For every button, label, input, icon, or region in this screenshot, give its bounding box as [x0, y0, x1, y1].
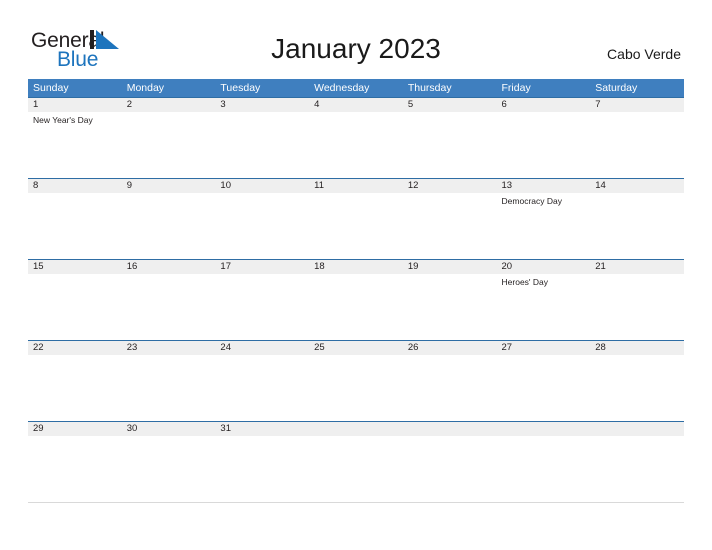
day-number: 31	[220, 423, 231, 434]
calendar-day-cell[interactable]: 4	[309, 98, 403, 178]
calendar-day-cell[interactable]: 21	[590, 260, 684, 340]
calendar-day-cell[interactable]: 2	[122, 98, 216, 178]
calendar-day-cell[interactable]: 27	[497, 341, 591, 421]
day-number: 7	[595, 99, 601, 110]
calendar-day-cell[interactable]: 30	[122, 422, 216, 502]
calendar-day-cell[interactable]: 16	[122, 260, 216, 340]
day-number: 25	[314, 342, 325, 353]
calendar-day-cell[interactable]: 6	[497, 98, 591, 178]
day-number: 6	[501, 99, 507, 110]
calendar-day-cell-empty	[309, 422, 403, 502]
calendar-grid: Sunday Monday Tuesday Wednesday Thursday…	[28, 79, 684, 503]
weekday-header-monday: Monday	[126, 82, 165, 94]
day-event: New Year's Day	[33, 115, 93, 125]
day-number: 23	[126, 342, 138, 353]
calendar-day-cell[interactable]: 15	[28, 260, 122, 340]
calendar-day-cell[interactable]: 3	[215, 98, 309, 178]
day-number	[314, 422, 403, 436]
calendar-day-cell[interactable]: 31	[215, 422, 309, 502]
day-number: 11	[314, 180, 324, 191]
calendar-day-cell[interactable]: 24	[215, 341, 309, 421]
calendar-day-cell[interactable]: 10	[215, 179, 309, 259]
weekday-header-sunday: Sunday	[33, 82, 69, 94]
day-number	[502, 422, 591, 436]
calendar-day-cell[interactable]: 26	[403, 341, 497, 421]
calendar-day-cell[interactable]: 29	[28, 422, 122, 502]
day-number: 30	[126, 423, 138, 434]
day-number: 26	[407, 342, 419, 353]
calendar-day-cell[interactable]: 23	[122, 341, 216, 421]
country-label: Cabo Verde	[607, 46, 681, 62]
calendar-day-cell[interactable]: 28	[590, 341, 684, 421]
day-number: 9	[126, 180, 132, 191]
calendar-week-row: 29 30 31	[28, 421, 684, 502]
day-number: 15	[33, 261, 44, 272]
calendar-day-cell[interactable]: 1 New Year's Day	[28, 98, 122, 178]
calendar-day-cell[interactable]: 12	[403, 179, 497, 259]
calendar-bottom-divider	[28, 502, 684, 503]
day-number: 2	[126, 99, 132, 110]
day-number: 5	[407, 99, 414, 110]
calendar-week-row: 15 16 17 18 19 20 Heroes' Day 21	[28, 259, 684, 340]
weekday-header-wednesday: Wednesday	[314, 82, 370, 94]
day-number: 4	[314, 99, 320, 110]
day-number	[595, 422, 684, 436]
weekday-header-tuesday: Tuesday	[220, 82, 261, 94]
weekday-header-friday: Friday	[501, 82, 531, 94]
weekday-header-thursday: Thursday	[407, 82, 452, 94]
calendar-day-cell[interactable]: 13 Democracy Day	[497, 179, 591, 259]
day-number: 8	[33, 180, 39, 191]
calendar-day-cell[interactable]: 5	[403, 98, 497, 178]
calendar-day-cell[interactable]: 9	[122, 179, 216, 259]
day-number: 3	[220, 99, 226, 110]
day-number	[408, 422, 497, 436]
calendar-day-cell[interactable]: 7	[590, 98, 684, 178]
calendar-day-cell[interactable]: 19	[403, 260, 497, 340]
calendar-week-row: 8 9 10 11 12 13 Democracy Day 14	[28, 178, 684, 259]
calendar-day-cell[interactable]: 18	[309, 260, 403, 340]
calendar-day-cell[interactable]: 25	[309, 341, 403, 421]
calendar-day-cell[interactable]: 11	[309, 179, 403, 259]
day-number: 18	[314, 261, 325, 272]
weekday-header-row: Sunday Monday Tuesday Wednesday Thursday…	[28, 79, 684, 97]
day-number: 20	[501, 261, 513, 272]
day-number: 1	[33, 99, 39, 110]
day-number: 22	[33, 342, 44, 353]
day-number: 17	[220, 261, 231, 272]
day-number: 27	[501, 342, 513, 353]
page-header: General Blue January 2023 Cabo Verde	[0, 0, 712, 78]
day-number: 13	[501, 180, 513, 191]
calendar-day-cell-empty	[403, 422, 497, 502]
calendar-day-cell-empty	[497, 422, 591, 502]
day-number: 19	[407, 261, 419, 272]
calendar-week-row: 22 23 24 25 26 27 28	[28, 340, 684, 421]
page-title: January 2023	[271, 33, 441, 64]
day-number: 28	[595, 342, 606, 353]
calendar-week-row: 1 New Year's Day 2 3 4 5 6 7	[28, 97, 684, 178]
calendar-day-cell[interactable]: 20 Heroes' Day	[497, 260, 591, 340]
calendar-day-cell[interactable]: 17	[215, 260, 309, 340]
calendar-page: General Blue January 2023 Cabo Verde Sun…	[0, 0, 712, 550]
calendar-day-cell[interactable]: 22	[28, 341, 122, 421]
day-number: 14	[595, 180, 606, 191]
day-event: Democracy Day	[501, 196, 562, 206]
calendar-day-cell-empty	[590, 422, 684, 502]
weekday-header-saturday: Saturday	[595, 82, 638, 94]
calendar-day-cell[interactable]: 8	[28, 179, 122, 259]
day-number: 24	[220, 342, 231, 353]
calendar-day-cell[interactable]: 14	[590, 179, 684, 259]
day-number: 16	[126, 261, 138, 272]
day-number: 29	[33, 423, 44, 434]
day-event: Heroes' Day	[501, 277, 549, 287]
day-number: 12	[407, 180, 419, 191]
day-number: 10	[220, 180, 231, 191]
day-number: 21	[595, 261, 606, 272]
